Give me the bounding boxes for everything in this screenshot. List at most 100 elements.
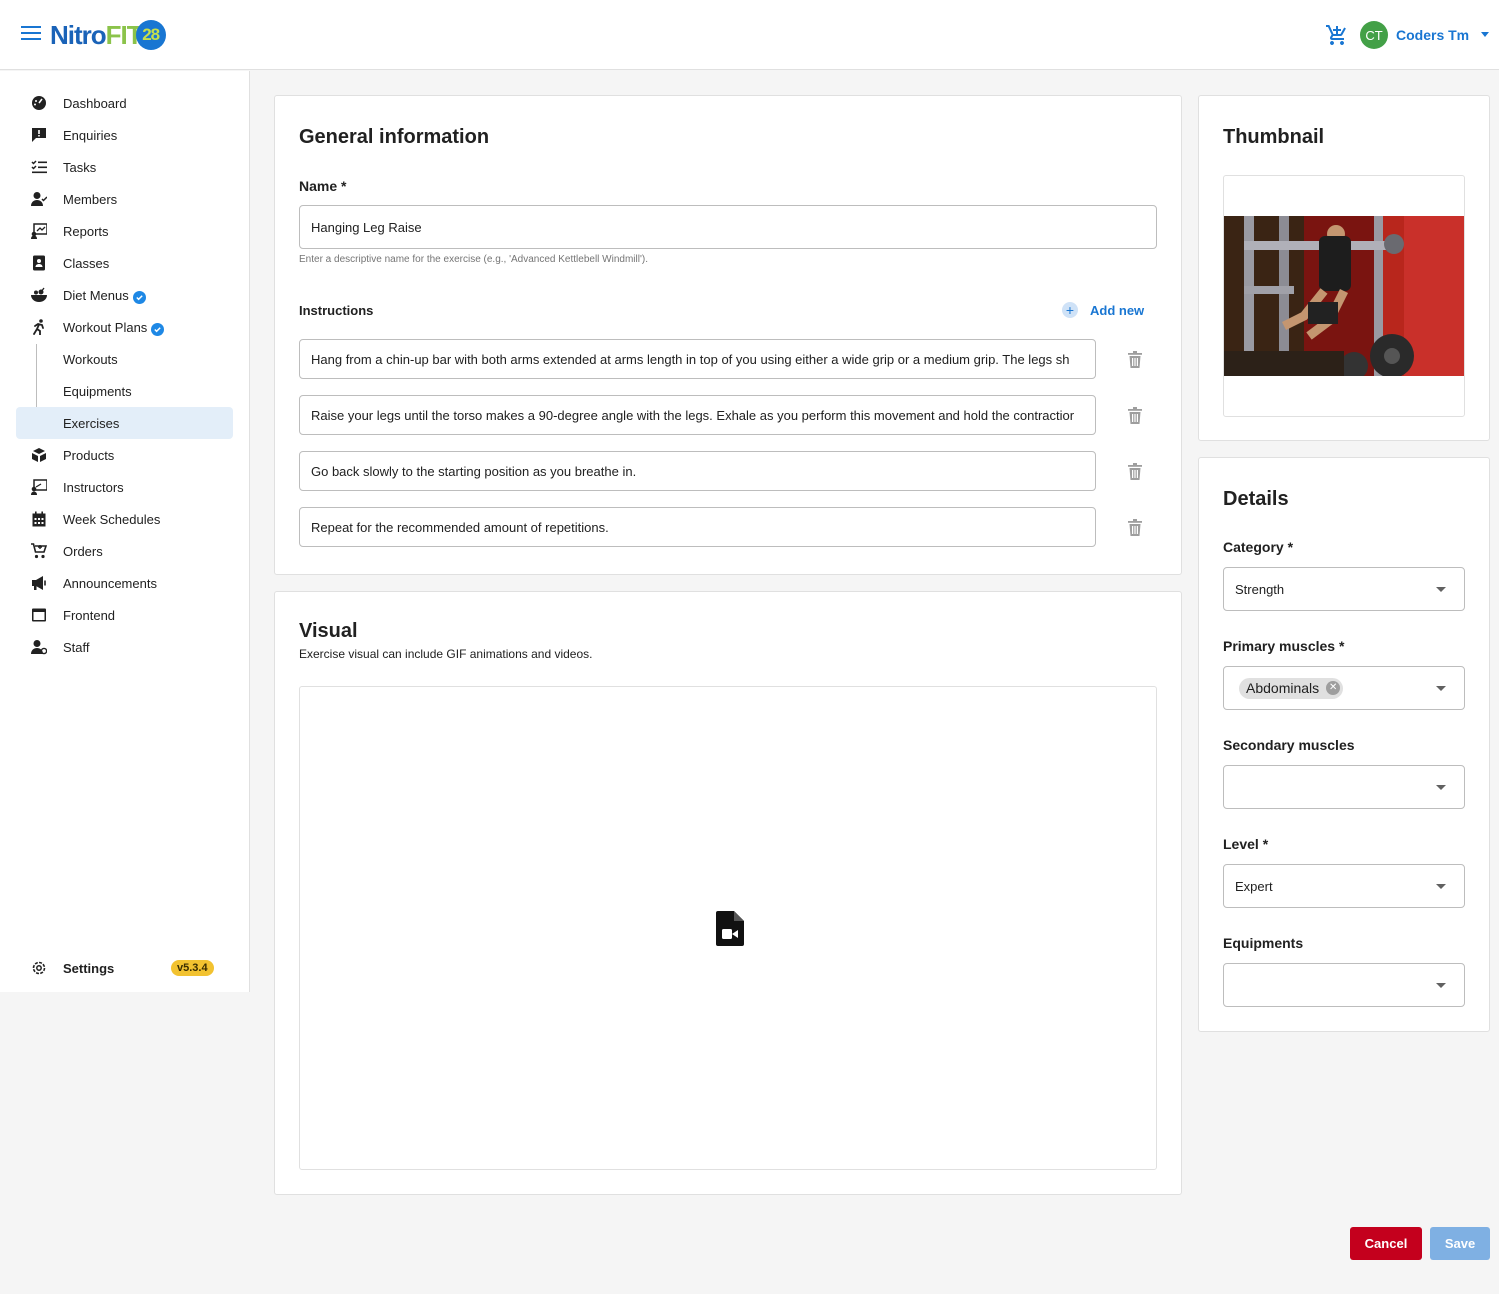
- level-label: Level *: [1223, 836, 1269, 852]
- chevron-down-icon: [1436, 983, 1446, 988]
- sidebar-item-tasks[interactable]: Tasks: [16, 151, 233, 183]
- muscle-chip: Abdominals ✕: [1239, 678, 1344, 699]
- chevron-down-icon: [1436, 587, 1446, 592]
- sidebar-item-enquiries[interactable]: Enquiries: [16, 119, 233, 151]
- workout-icon: [33, 319, 44, 335]
- name-helper-text: Enter a descriptive name for the exercis…: [299, 254, 648, 265]
- equipments-label: Equipments: [1223, 935, 1304, 951]
- sidebar-item-label: Products: [63, 448, 115, 463]
- sidebar-item-label: Reports: [63, 224, 109, 239]
- verified-icon: [151, 323, 165, 336]
- trash-icon[interactable]: [1128, 407, 1142, 424]
- save-button[interactable]: Save: [1430, 1227, 1490, 1260]
- exercise-thumbnail-image: [1224, 216, 1464, 376]
- sidebar-item-instructors[interactable]: Instructors: [16, 471, 233, 503]
- verified-icon: [132, 291, 146, 304]
- primary-muscles-label: Primary muscles *: [1223, 638, 1345, 654]
- sidebar-item-label: Equipments: [63, 384, 132, 399]
- video-file-icon: [716, 911, 744, 946]
- calendar-icon: [32, 511, 46, 527]
- sidebar: Dashboard Enquiries Tasks Members Report…: [0, 71, 250, 992]
- sidebar-item-frontend[interactable]: Frontend: [16, 599, 233, 631]
- card-title: Thumbnail: [1223, 126, 1325, 148]
- sidebar-item-workout-plans[interactable]: Workout Plans: [16, 311, 233, 343]
- secondary-muscles-select[interactable]: [1223, 765, 1465, 809]
- cart-icon: [31, 543, 47, 559]
- sidebar-item-label: Settings: [63, 961, 115, 976]
- trash-icon[interactable]: [1128, 463, 1142, 480]
- sidebar-item-exercises[interactable]: Exercises: [16, 407, 233, 439]
- sidebar-item-label: Staff: [63, 640, 90, 655]
- card-title: General information: [299, 126, 490, 148]
- add-new-instruction-button[interactable]: + Add new: [1062, 302, 1144, 318]
- sidebar-item-label: Frontend: [63, 608, 116, 623]
- sidebar-item-settings[interactable]: Settings v5.3.4: [16, 952, 233, 984]
- sidebar-item-staff[interactable]: Staff: [16, 631, 233, 663]
- instructor-icon: [31, 479, 47, 495]
- card-title: Details: [1223, 488, 1289, 510]
- sidebar-item-classes[interactable]: Classes: [16, 247, 233, 279]
- members-icon: [31, 192, 47, 206]
- classes-icon: [33, 255, 45, 271]
- top-header: Nitro FIT 28 CT Coders Tm: [0, 0, 1499, 70]
- sidebar-item-products[interactable]: Products: [16, 439, 233, 471]
- browser-icon: [32, 608, 46, 622]
- name-input[interactable]: Hanging Leg Raise: [299, 205, 1157, 249]
- sidebar-item-members[interactable]: Members: [16, 183, 233, 215]
- sidebar-item-label: Workouts: [63, 352, 118, 367]
- instructions-label: Instructions: [299, 303, 374, 318]
- details-card: Details Category * Strength Primary musc…: [1198, 457, 1490, 1032]
- sidebar-item-label: Orders: [63, 544, 103, 559]
- sidebar-item-label: Tasks: [63, 160, 97, 175]
- thumbnail-upload[interactable]: [1223, 175, 1465, 417]
- sidebar-item-label: Instructors: [63, 480, 124, 495]
- equipments-select[interactable]: [1223, 963, 1465, 1007]
- instruction-input[interactable]: Repeat for the recommended amount of rep…: [299, 507, 1096, 547]
- chat-icon: [32, 128, 46, 142]
- primary-muscles-select[interactable]: Abdominals ✕: [1223, 666, 1465, 710]
- sidebar-item-week-schedules[interactable]: Week Schedules: [16, 503, 233, 535]
- trash-icon[interactable]: [1128, 519, 1142, 536]
- instruction-input[interactable]: Hang from a chin-up bar with both arms e…: [299, 339, 1096, 379]
- trash-icon[interactable]: [1128, 351, 1142, 368]
- visual-description: Exercise visual can include GIF animatio…: [299, 647, 593, 661]
- sidebar-item-label: Dashboard: [63, 96, 127, 111]
- general-information-card: General information Name * Hanging Leg R…: [274, 95, 1182, 575]
- sidebar-item-label: Classes: [63, 256, 110, 271]
- avatar[interactable]: CT: [1360, 21, 1388, 49]
- menu-icon[interactable]: [21, 26, 41, 42]
- instruction-input[interactable]: Raise your legs until the torso makes a …: [299, 395, 1096, 435]
- sidebar-item-workouts[interactable]: Workouts: [16, 343, 233, 375]
- instruction-input[interactable]: Go back slowly to the starting position …: [299, 451, 1096, 491]
- sidebar-item-label: Members: [63, 192, 118, 207]
- products-icon: [32, 448, 46, 462]
- sidebar-item-orders[interactable]: Orders: [16, 535, 233, 567]
- megaphone-icon: [32, 576, 46, 590]
- chevron-down-icon[interactable]: [1481, 32, 1489, 37]
- sidebar-item-label: Enquiries: [63, 128, 118, 143]
- cart-icon[interactable]: [1325, 23, 1349, 47]
- level-select[interactable]: Expert: [1223, 864, 1465, 908]
- visual-card: Visual Exercise visual can include GIF a…: [274, 591, 1182, 1195]
- close-icon[interactable]: ✕: [1326, 681, 1341, 695]
- sidebar-item-diet-menus[interactable]: Diet Menus: [16, 279, 233, 311]
- diet-icon: [31, 287, 47, 302]
- dashboard-icon: [32, 96, 46, 110]
- category-label: Category *: [1223, 539, 1294, 555]
- sidebar-item-announcements[interactable]: Announcements: [16, 567, 233, 599]
- sidebar-item-label: Diet Menus: [63, 288, 146, 304]
- sidebar-item-label: Exercises: [63, 416, 120, 431]
- sidebar-item-label: Workout Plans: [63, 320, 165, 336]
- visual-upload-dropzone[interactable]: [299, 686, 1157, 1170]
- sidebar-item-dashboard[interactable]: Dashboard: [16, 87, 233, 119]
- cancel-button[interactable]: Cancel: [1350, 1227, 1422, 1260]
- version-badge: v5.3.4: [171, 960, 214, 976]
- chevron-down-icon: [1436, 686, 1446, 691]
- user-name[interactable]: Coders Tm: [1396, 27, 1469, 43]
- app-logo[interactable]: Nitro FIT 28: [50, 18, 166, 52]
- category-select[interactable]: Strength: [1223, 567, 1465, 611]
- sidebar-item-reports[interactable]: Reports: [16, 215, 233, 247]
- thumbnail-card: Thumbnail: [1198, 95, 1490, 441]
- staff-icon: [31, 640, 47, 655]
- sidebar-item-equipments[interactable]: Equipments: [16, 375, 233, 407]
